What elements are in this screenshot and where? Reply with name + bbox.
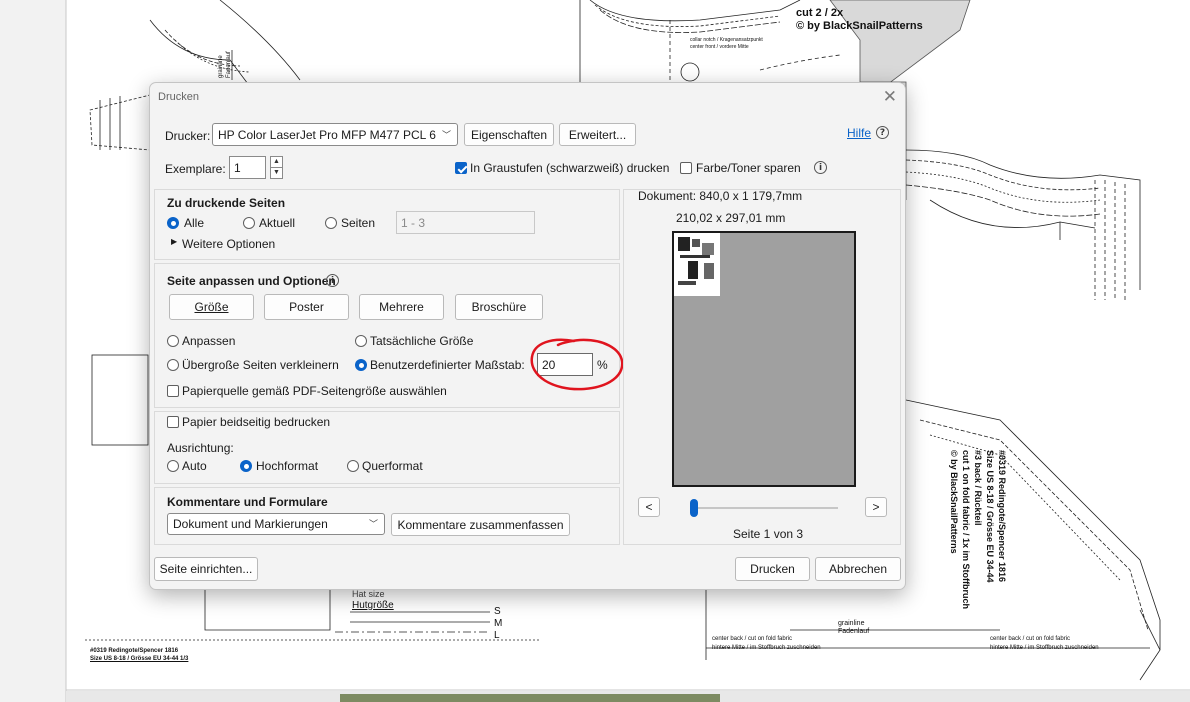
preview-slider-thumb[interactable] xyxy=(690,499,698,517)
copies-input[interactable]: 1 xyxy=(229,156,266,179)
save-toner-checkbox[interactable] xyxy=(680,162,692,174)
print-dialog: Drucken ✕ Drucker: HP Color LaserJet Pro… xyxy=(149,82,906,590)
pattern-label-collar: collar notch / Kragenansatzpunkt xyxy=(690,37,763,43)
orientation-landscape-label[interactable]: Querformat xyxy=(362,459,423,473)
tab-booklet[interactable]: Broschüre xyxy=(455,294,543,320)
advanced-button[interactable]: Erweitert... xyxy=(559,123,636,146)
page-setup-button[interactable]: Seite einrichten... xyxy=(154,557,258,581)
pattern-label-center-back-2: center back / cut on fold fabric xyxy=(990,636,1071,642)
shrink-label[interactable]: Übergroße Seiten verkleinern xyxy=(182,358,339,372)
orientation-label: Ausrichtung: xyxy=(167,441,234,455)
tab-size[interactable]: Größe xyxy=(169,294,254,320)
pattern-footer-title: #0319 Redingote/Spencer 1816 xyxy=(90,648,179,654)
pattern-vertical-piece: #3 back / Rückteil xyxy=(973,450,983,526)
radio-fit[interactable] xyxy=(167,335,179,347)
duplex-checkbox[interactable] xyxy=(167,416,179,428)
page-range-input[interactable]: 1 - 3 xyxy=(396,211,535,234)
pattern-vertical-cut: cut 1 on fold fabric / 1x im Stoffbruch xyxy=(961,450,971,610)
radio-orientation-landscape[interactable] xyxy=(347,460,359,472)
actual-size-label[interactable]: Tatsächliche Größe xyxy=(370,334,473,348)
pattern-vertical-title: #0319 Redingote/Spencer 1816 xyxy=(997,450,1007,583)
pattern-label-hintere-mitte-2: hintere Mitte / im Stoffbruch zuschneide… xyxy=(990,645,1099,651)
pattern-footer-size: Size US 8-18 / Grösse EU 34-44 1/3 xyxy=(90,656,189,662)
fit-label[interactable]: Anpassen xyxy=(182,334,235,348)
page-size-label: 210,02 x 297,01 mm xyxy=(676,211,786,225)
orientation-portrait-label[interactable]: Hochformat xyxy=(256,459,318,473)
preview-prev-button[interactable]: < xyxy=(638,497,660,517)
pattern-label-s: S xyxy=(494,606,501,617)
pattern-label-m: M xyxy=(494,618,503,629)
grayscale-label[interactable]: In Graustufen (schwarzweiß) drucken xyxy=(470,161,669,175)
summarize-comments-button[interactable]: Kommentare zusammenfassen xyxy=(391,513,570,536)
all-pages-label[interactable]: Alle xyxy=(184,216,204,230)
radio-orientation-portrait[interactable] xyxy=(240,460,252,472)
radio-orientation-auto[interactable] xyxy=(167,460,179,472)
pattern-label-hat-size: Hat size xyxy=(352,589,385,599)
properties-button[interactable]: Eigenschaften xyxy=(464,123,554,146)
chevron-down-icon: ﹀ xyxy=(368,518,378,529)
comments-select[interactable]: Dokument und Markierungen ﹀ xyxy=(167,513,385,535)
save-toner-label[interactable]: Farbe/Toner sparen xyxy=(696,161,801,175)
more-options-toggle[interactable]: Weitere Optionen xyxy=(182,237,275,251)
tab-poster[interactable]: Poster xyxy=(264,294,349,320)
preview-slider-track[interactable] xyxy=(690,507,838,509)
dialog-title: Drucken xyxy=(158,91,199,103)
pattern-label-l: L xyxy=(494,630,500,641)
print-preview-page xyxy=(672,231,856,487)
paper-source-label[interactable]: Papierquelle gemäß PDF-Seitengröße auswä… xyxy=(182,384,447,398)
pattern-label-hutgroesse: Hutgröße xyxy=(352,600,394,611)
dialog-titlebar[interactable]: Drucken ✕ xyxy=(150,83,905,111)
preview-thumbnail xyxy=(678,237,714,285)
fit-info-icon[interactable]: i xyxy=(326,274,339,287)
duplex-label[interactable]: Papier beidseitig bedrucken xyxy=(182,415,330,429)
expand-triangle-icon[interactable]: ▶ xyxy=(171,237,177,246)
radio-custom-scale[interactable] xyxy=(355,359,367,371)
red-annotation-circle xyxy=(530,338,624,391)
pattern-label-grainline: grainline xyxy=(218,55,224,78)
grayscale-checkbox[interactable] xyxy=(455,162,467,174)
pattern-label-center-back: center back / cut on fold fabric xyxy=(712,636,793,642)
fit-heading: Seite anpassen und Optionen xyxy=(167,274,336,288)
pattern-label-fadenlauf-right: Fadenlauf xyxy=(838,628,870,635)
pattern-label-grainline-right: grainline xyxy=(838,620,865,627)
cancel-button[interactable]: Abbrechen xyxy=(815,557,901,581)
chevron-down-icon: ﹀ xyxy=(441,129,451,140)
comments-select-value: Dokument und Markierungen xyxy=(173,517,328,531)
pattern-vertical-copyright: © by BlackSnailPatterns xyxy=(949,450,959,554)
tab-size-label: Größe xyxy=(194,300,229,314)
orientation-auto-label[interactable]: Auto xyxy=(182,459,207,473)
pattern-vertical-size: Size US 8-18 / Grösse EU 34-44 xyxy=(985,450,995,583)
help-link[interactable]: Hilfe xyxy=(847,126,871,140)
tab-multiple[interactable]: Mehrere xyxy=(359,294,444,320)
custom-scale-label[interactable]: Benutzerdefinierter Maßstab: xyxy=(370,358,525,372)
copies-label: Exemplare: xyxy=(165,162,226,176)
printer-select[interactable]: HP Color LaserJet Pro MFP M477 PCL 6 ﹀ xyxy=(212,123,458,146)
print-button[interactable]: Drucken xyxy=(735,557,810,581)
current-page-label[interactable]: Aktuell xyxy=(259,216,295,230)
radio-current-page[interactable] xyxy=(243,217,255,229)
pattern-label-copyright: © by BlackSnailPatterns xyxy=(796,20,923,32)
pattern-label-hintere-mitte: hintere Mitte / im Stoffbruch zuschneide… xyxy=(712,645,821,651)
comments-heading: Kommentare und Formulare xyxy=(167,495,328,509)
radio-actual-size[interactable] xyxy=(355,335,367,347)
pattern-label-cut: cut 2 / 2x xyxy=(796,7,844,19)
radio-all-pages[interactable] xyxy=(167,217,179,229)
help-icon[interactable]: ? xyxy=(876,126,889,139)
pattern-label-center-front: center front / vordere Mitte xyxy=(690,44,749,50)
page-indicator: Seite 1 von 3 xyxy=(733,527,804,541)
radio-shrink[interactable] xyxy=(167,359,179,371)
radio-page-range[interactable] xyxy=(325,217,337,229)
copies-stepper[interactable]: ▲ ▼ xyxy=(270,156,283,179)
document-size-label: Dokument: 840,0 x 1 179,7mm xyxy=(638,189,803,203)
preview-tile xyxy=(674,233,720,296)
preview-next-button[interactable]: > xyxy=(865,497,887,517)
pattern-label-fadenlauf: Fadenlauf xyxy=(226,51,232,78)
pages-heading: Zu druckende Seiten xyxy=(167,196,286,210)
close-icon[interactable]: ✕ xyxy=(883,87,897,107)
paper-source-checkbox[interactable] xyxy=(167,385,179,397)
info-icon[interactable]: i xyxy=(814,161,827,174)
page-range-label[interactable]: Seiten xyxy=(341,216,375,230)
printer-label: Drucker: xyxy=(165,129,211,143)
printer-select-value: HP Color LaserJet Pro MFP M477 PCL 6 xyxy=(218,127,436,142)
